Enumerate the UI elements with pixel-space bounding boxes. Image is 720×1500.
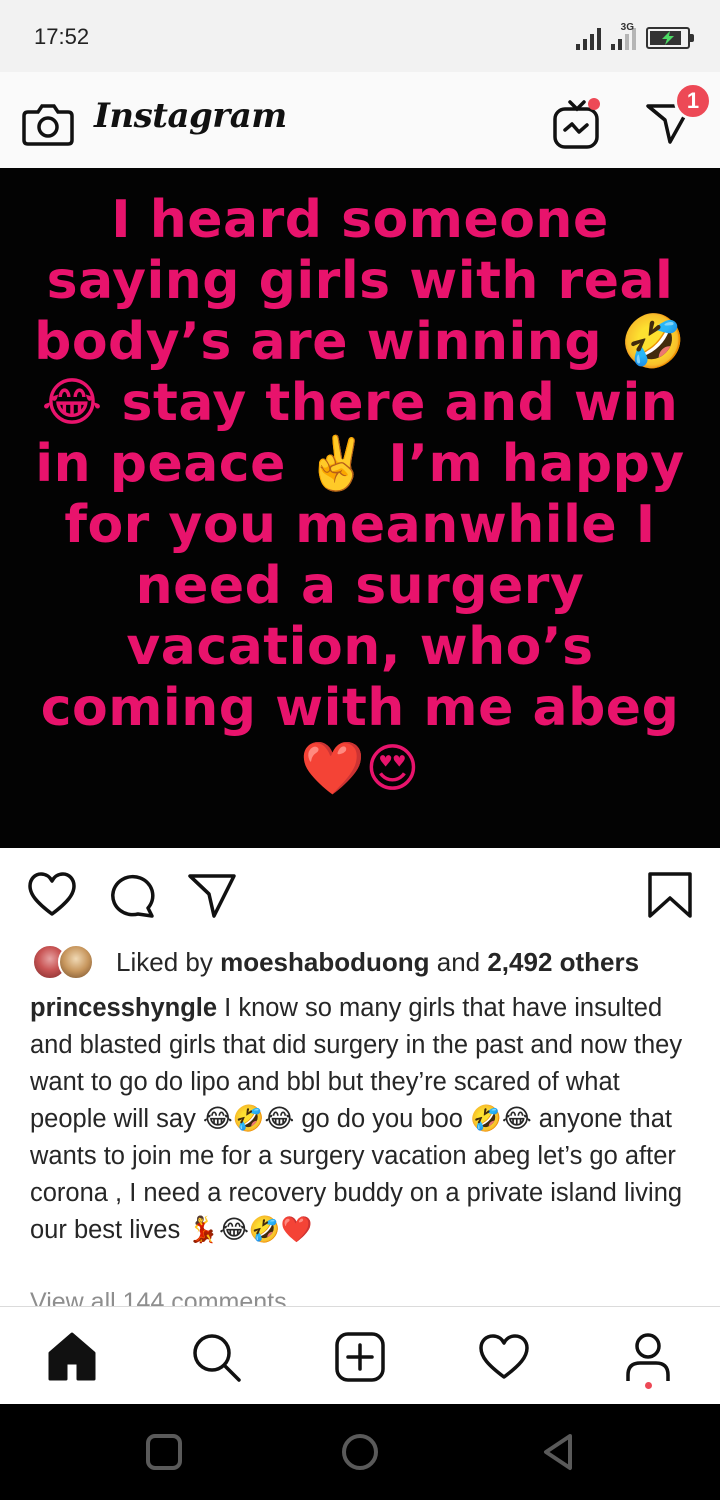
back-icon (544, 1434, 572, 1470)
nav-home[interactable] (44, 1329, 100, 1385)
status-time: 17:52 (34, 24, 90, 49)
view-comments-link[interactable]: View all 144 comments (30, 1288, 287, 1306)
cell-signal-icon: 3G (611, 22, 636, 50)
comment-button[interactable] (106, 870, 158, 920)
profile-icon (626, 1333, 670, 1381)
caption-username[interactable]: princesshyngle (30, 994, 217, 1022)
search-icon (193, 1334, 241, 1382)
wifi-signal-icon (576, 26, 601, 50)
nav-search[interactable] (188, 1329, 244, 1385)
recents-button[interactable] (142, 1430, 186, 1474)
save-button[interactable] (644, 870, 696, 920)
post-actions (0, 848, 720, 940)
others-count[interactable]: 2,492 others (487, 947, 639, 977)
camera-button[interactable] (22, 102, 74, 146)
charging-bolt-icon (662, 31, 674, 45)
app-header: Instagram 1 (0, 72, 720, 168)
avatar (58, 944, 94, 980)
home-circle-icon (342, 1434, 378, 1470)
battery-icon (646, 27, 694, 49)
bottom-nav (0, 1306, 720, 1404)
igtv-button[interactable] (550, 96, 604, 152)
home-system-button[interactable] (338, 1430, 382, 1474)
status-icons: 3G (576, 22, 694, 50)
share-icon (188, 874, 236, 918)
network-type-label: 3G (620, 22, 634, 33)
heart-icon (28, 872, 76, 916)
caption-text: I know so many girls that have insulted … (30, 994, 683, 1244)
notification-badge: 1 (674, 82, 712, 120)
comment-icon (111, 874, 155, 918)
liker-avatars (32, 942, 102, 982)
activity-heart-icon (479, 1334, 529, 1379)
post-image[interactable]: I heard someone saying girls with real b… (0, 168, 720, 848)
liker-username[interactable]: moeshaboduong (220, 947, 429, 977)
likes-text[interactable]: Liked by moeshaboduong and 2,492 others (116, 947, 639, 978)
back-button[interactable] (536, 1430, 580, 1474)
nav-profile[interactable] (620, 1329, 676, 1385)
post-caption: princesshyngle I know so many girls that… (30, 990, 696, 1249)
share-button[interactable] (186, 870, 238, 920)
status-bar: 17:52 3G (0, 0, 720, 72)
bookmark-icon (648, 872, 692, 918)
recents-icon (146, 1434, 182, 1470)
igtv-icon (553, 98, 600, 149)
nav-new-post[interactable] (332, 1329, 388, 1385)
post-image-text: I heard someone saying girls with real b… (34, 190, 686, 799)
home-icon (48, 1332, 96, 1381)
likes-row: Liked by moeshaboduong and 2,492 others (32, 940, 692, 984)
add-post-icon (335, 1332, 385, 1382)
profile-notification-dot (645, 1382, 652, 1389)
system-nav-bar (0, 1404, 720, 1500)
brand-logo: Instagram (94, 96, 287, 136)
nav-activity[interactable] (476, 1329, 532, 1385)
like-button[interactable] (26, 870, 78, 920)
camera-icon (22, 104, 74, 146)
